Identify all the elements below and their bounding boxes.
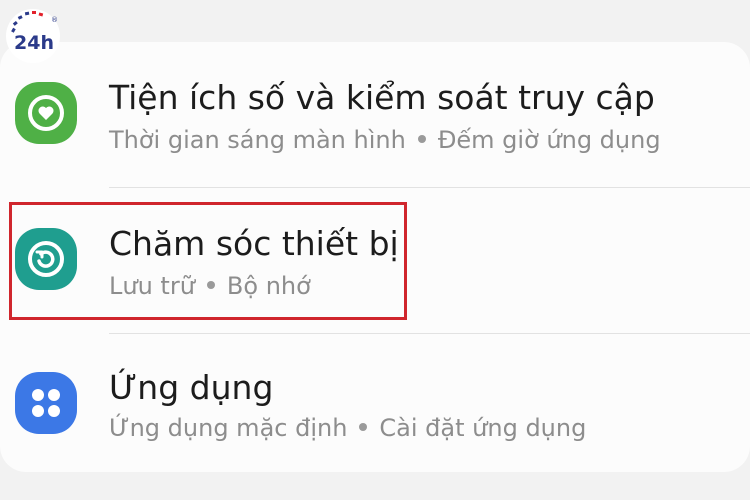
- subtitle-part: Đếm giờ ứng dụng: [437, 126, 661, 154]
- brand-logo-text: 24h: [14, 32, 54, 54]
- apps-icon: [15, 372, 77, 434]
- settings-item-subtitle: Ứng dụng mặc định Cài đặt ứng dụng: [109, 414, 586, 442]
- subtitle-part: Lưu trữ: [109, 272, 195, 300]
- status-area: [0, 0, 750, 42]
- brand-registered-mark: ®: [51, 16, 58, 24]
- brand-logo: 24h ®: [6, 9, 60, 63]
- settings-item-title: Tiện ích số và kiểm soát truy cập: [109, 78, 655, 117]
- subtitle-part: Thời gian sáng màn hình: [109, 126, 406, 154]
- settings-item-digital-wellbeing[interactable]: Tiện ích số và kiểm soát truy cập Thời g…: [0, 42, 750, 187]
- device-care-icon: [15, 228, 77, 290]
- separator-dot: [417, 135, 426, 143]
- settings-item-device-care[interactable]: Chăm sóc thiết bị Lưu trữ Bộ nhớ: [0, 188, 750, 333]
- subtitle-part: Ứng dụng mặc định: [109, 414, 348, 442]
- separator-dot: [359, 423, 368, 431]
- settings-item-apps[interactable]: Ứng dụng Ứng dụng mặc định Cài đặt ứng dụ…: [0, 334, 750, 472]
- digital-wellbeing-icon: [15, 82, 77, 144]
- settings-item-subtitle: Thời gian sáng màn hình Đếm giờ ứng dụng: [109, 126, 661, 154]
- settings-item-subtitle: Lưu trữ Bộ nhớ: [109, 272, 311, 300]
- subtitle-part: Cài đặt ứng dụng: [379, 414, 587, 442]
- separator-dot: [206, 281, 215, 289]
- settings-item-title: Ứng dụng: [109, 368, 274, 407]
- subtitle-part: Bộ nhớ: [226, 272, 311, 300]
- settings-item-title: Chăm sóc thiết bị: [109, 224, 399, 263]
